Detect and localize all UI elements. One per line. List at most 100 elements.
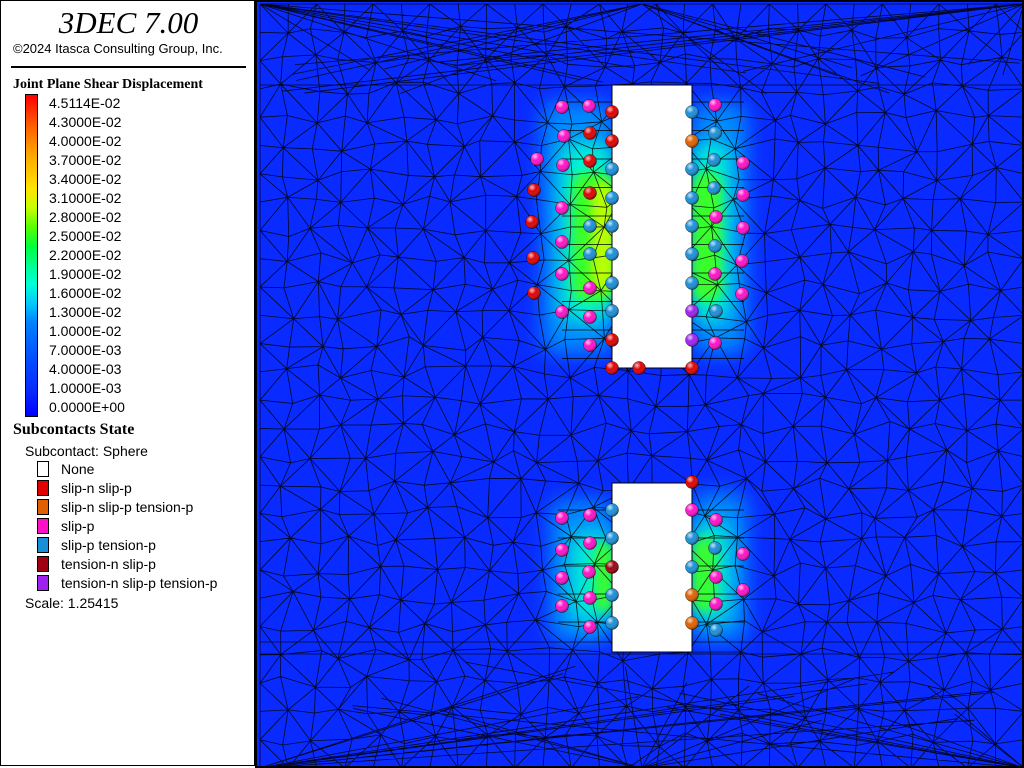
subcontact-sphere-shade [526, 251, 540, 265]
subcontact-sphere-shade [605, 247, 619, 261]
subcontact-sphere-shade [685, 162, 699, 176]
subcontact-sphere-shade [605, 162, 619, 176]
subcontact-sphere-shade [527, 286, 541, 300]
subcontact-sphere-shade [708, 239, 722, 253]
state-label: tension-n slip-p [61, 556, 156, 572]
subcontact-sphere-shade [605, 105, 619, 119]
subcontact-sphere-shade [583, 126, 597, 140]
subcontact-sphere-shade [685, 333, 699, 347]
contour-title: Joint Plane Shear Displacement [13, 77, 203, 92]
subcontact-sphere-shade [583, 338, 597, 352]
subcontact-sphere-shade [685, 475, 699, 489]
subcontact-sphere-shade [555, 599, 569, 613]
scale-label: Scale: 1.25415 [25, 595, 119, 611]
subcontact-sphere-shade [709, 623, 723, 637]
state-subtitle: Subcontact: Sphere [25, 443, 148, 459]
subcontact-sphere-shade [708, 541, 722, 555]
subcontact-sphere-shade [736, 221, 750, 235]
contour-tick-label: 1.6000E-02 [49, 285, 122, 301]
subcontact-sphere-shade [709, 210, 723, 224]
contour-tick-label: 4.5114E-02 [49, 95, 121, 111]
subcontact-sphere-shade [605, 361, 619, 375]
subcontact-sphere-shade [582, 99, 596, 113]
contour-tick-label: 2.2000E-02 [49, 247, 122, 263]
subcontact-sphere-shade [685, 588, 699, 602]
subcontact-sphere-shade [555, 543, 569, 557]
model-viewport[interactable] [255, 0, 1024, 768]
contour-tick-label: 1.9000E-02 [49, 266, 122, 282]
subcontact-sphere-shade [605, 531, 619, 545]
subcontact-sphere-shade [685, 560, 699, 574]
contour-tick-label: 4.0000E-03 [49, 361, 122, 377]
subcontact-sphere-shade [685, 191, 699, 205]
contour-tick-label: 2.5000E-02 [49, 228, 122, 244]
state-swatch [37, 461, 49, 477]
contour-tick-label: 1.0000E-02 [49, 323, 122, 339]
legend-divider [11, 66, 246, 68]
subcontact-sphere-shade [605, 333, 619, 347]
subcontact-sphere-shade [583, 508, 597, 522]
state-swatch [37, 537, 49, 553]
subcontact-sphere-shade [709, 513, 723, 527]
subcontact-sphere-shade [685, 247, 699, 261]
state-label: tension-n slip-p tension-p [61, 575, 218, 591]
subcontact-sphere-shade [605, 616, 619, 630]
contour-tick-label: 2.8000E-02 [49, 209, 122, 225]
app-title: 3DEC 7.00 [58, 5, 199, 40]
contour-colorbar [25, 94, 38, 417]
subcontact-sphere-shade [555, 267, 569, 281]
lower-excavation [611, 482, 693, 653]
subcontact-sphere-shade [709, 304, 723, 318]
subcontact-sphere-shade [556, 158, 570, 172]
model-canvas[interactable] [257, 2, 1022, 766]
subcontact-sphere-shade [632, 361, 646, 375]
subcontact-sphere-shade [582, 565, 596, 579]
subcontact-sphere-shade [709, 570, 723, 584]
contour-tick-label: 3.4000E-02 [49, 171, 122, 187]
state-swatch [37, 575, 49, 591]
contour-tick-label: 1.3000E-02 [49, 304, 122, 320]
subcontact-sphere-shade [685, 276, 699, 290]
state-label: slip-p tension-p [61, 537, 156, 553]
copyright-text: ©2024 Itasca Consulting Group, Inc. [13, 41, 223, 56]
excavations [611, 84, 693, 653]
state-label: slip-p [61, 518, 95, 534]
subcontact-sphere-shade [735, 254, 749, 268]
contour-tick-label: 1.0000E-03 [49, 380, 122, 396]
subcontact-sphere-shade [708, 336, 722, 350]
contour-tick-label: 7.0000E-03 [49, 342, 122, 358]
subcontact-sphere-shade [685, 531, 699, 545]
subcontact-sphere-shade [736, 188, 750, 202]
state-swatch [37, 518, 49, 534]
subcontact-sphere-shade [605, 304, 619, 318]
subcontact-sphere-shade [583, 154, 597, 168]
subcontact-sphere-shade [527, 183, 541, 197]
subcontact-sphere-shade [555, 201, 569, 215]
subcontact-sphere-shade [708, 267, 722, 281]
subcontact-sphere-shade [555, 100, 569, 114]
subcontact-sphere-shade [605, 588, 619, 602]
subcontact-sphere-shade [555, 305, 569, 319]
subcontact-sphere-shade [685, 105, 699, 119]
subcontact-sphere-shade [583, 620, 597, 634]
subcontact-sphere-shade [736, 547, 750, 561]
subcontact-sphere-shade [736, 583, 750, 597]
state-label: slip-n slip-p tension-p [61, 499, 194, 515]
state-swatch [37, 499, 49, 515]
subcontact-sphere-shade [583, 247, 597, 261]
subcontact-sphere-shade [605, 503, 619, 517]
subcontact-sphere-shade [525, 215, 539, 229]
contour-tick-label: 3.1000E-02 [49, 190, 122, 206]
subcontact-sphere-shade [583, 591, 597, 605]
subcontact-sphere-shade [685, 304, 699, 318]
subcontact-sphere-shade [583, 186, 597, 200]
subcontact-sphere-shade [605, 219, 619, 233]
subcontact-sphere-shade [605, 134, 619, 148]
subcontact-sphere-shade [555, 235, 569, 249]
state-swatch [37, 480, 49, 496]
subcontact-sphere-shade [555, 571, 569, 585]
subcontact-sphere-shade [530, 152, 544, 166]
subcontact-sphere-shade [583, 536, 597, 550]
subcontact-sphere-shade [605, 560, 619, 574]
subcontact-sphere-shade [707, 153, 721, 167]
